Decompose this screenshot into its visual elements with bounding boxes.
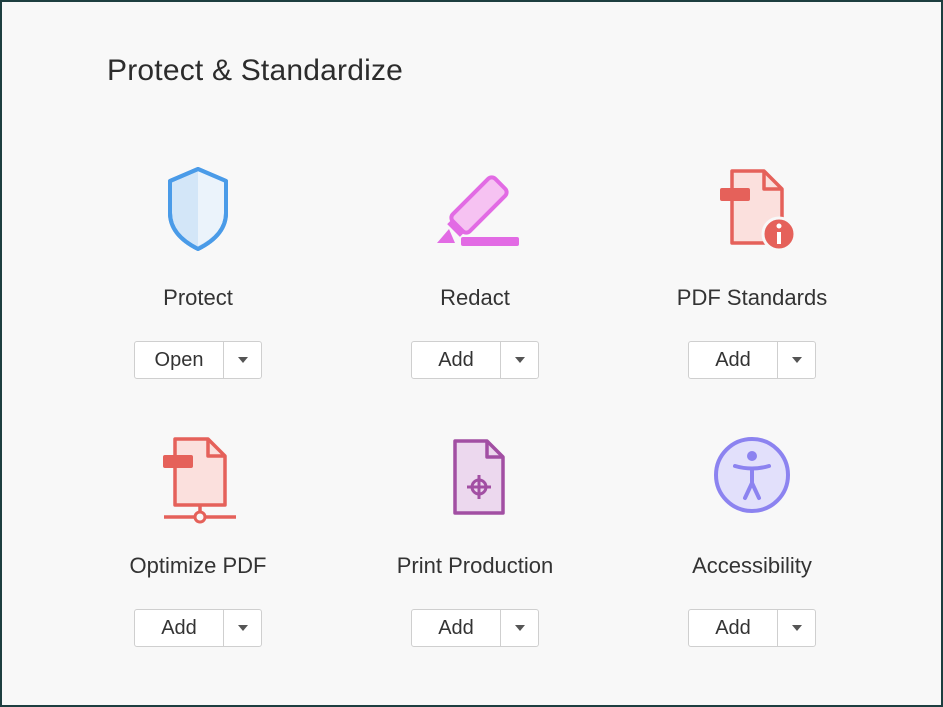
shield-icon xyxy=(148,157,248,257)
open-split-button: Open xyxy=(134,341,262,379)
caret-down-icon xyxy=(514,625,525,631)
print-production-icon xyxy=(425,425,525,525)
caret-down-icon xyxy=(514,357,525,363)
tool-label: Redact xyxy=(440,285,510,310)
open-button[interactable]: Open xyxy=(135,342,224,378)
accessibility-icon xyxy=(702,425,802,525)
optimize-pdf-icon xyxy=(148,425,248,525)
dropdown-button[interactable] xyxy=(778,610,815,646)
caret-down-icon xyxy=(237,357,248,363)
caret-down-icon xyxy=(237,625,248,631)
add-split-button: Add xyxy=(134,609,262,647)
dropdown-button[interactable] xyxy=(501,342,538,378)
caret-down-icon xyxy=(791,625,802,631)
add-button[interactable]: Add xyxy=(412,610,501,646)
caret-down-icon xyxy=(791,357,802,363)
pdf-standards-icon xyxy=(702,157,802,257)
tool-label: Protect xyxy=(163,285,233,310)
add-split-button: Add xyxy=(688,609,816,647)
add-button[interactable]: Add xyxy=(412,342,501,378)
redact-marker-icon xyxy=(425,157,525,257)
add-split-button: Add xyxy=(688,341,816,379)
dropdown-button[interactable] xyxy=(778,342,815,378)
add-button[interactable]: Add xyxy=(689,610,778,646)
add-button[interactable]: Add xyxy=(689,342,778,378)
add-split-button: Add xyxy=(411,341,539,379)
dropdown-button[interactable] xyxy=(501,610,538,646)
tool-label: Optimize PDF xyxy=(129,553,267,578)
tool-label: PDF Standards xyxy=(676,285,828,310)
panel-title: Protect & Standardize xyxy=(107,54,404,87)
tool-label: Print Production xyxy=(396,553,554,578)
dropdown-button[interactable] xyxy=(224,342,261,378)
dropdown-button[interactable] xyxy=(224,610,261,646)
tools-panel: Protect & Standardize Protect Open Redac… xyxy=(0,0,943,707)
add-button[interactable]: Add xyxy=(135,610,224,646)
tool-label: Accessibility xyxy=(692,553,812,578)
add-split-button: Add xyxy=(411,609,539,647)
